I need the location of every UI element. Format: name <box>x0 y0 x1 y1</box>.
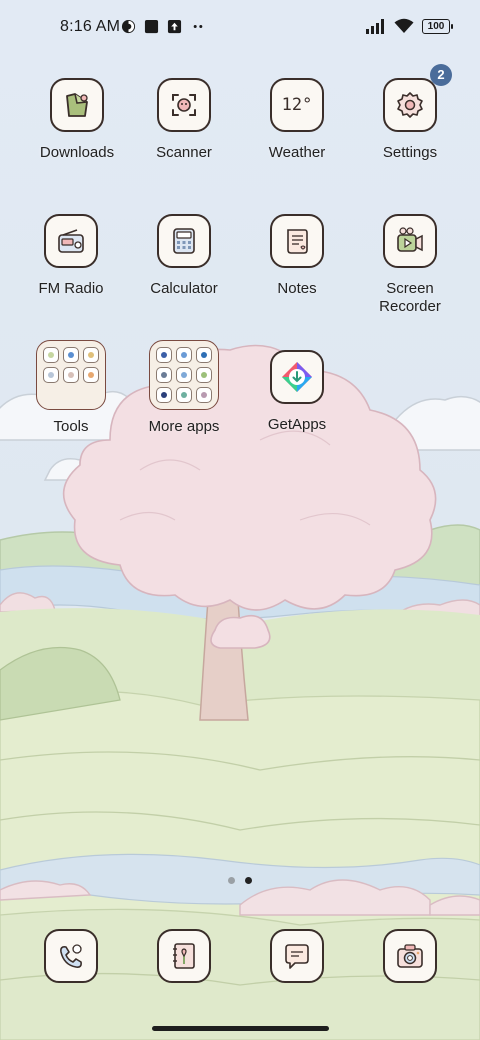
contacts-icon <box>173 943 195 969</box>
app-getapps[interactable]: GetApps <box>241 350 353 434</box>
weather-icon: 12° <box>281 95 313 115</box>
gesture-home-bar[interactable] <box>152 1026 329 1031</box>
page-dot-2[interactable] <box>245 877 252 884</box>
folder-icon <box>36 340 106 410</box>
page-dot-1[interactable] <box>228 877 235 884</box>
app-label: Screen Recorder <box>379 280 441 315</box>
app-label: Tools <box>53 418 89 435</box>
app-label: Notes <box>277 280 317 297</box>
app-weather[interactable]: 12° Weather <box>241 78 353 162</box>
message-icon <box>285 944 309 969</box>
app-label: FM Radio <box>38 280 104 297</box>
scanner-icon <box>172 94 196 116</box>
phone-icon <box>60 944 82 968</box>
app-label: Settings <box>382 144 438 161</box>
dock-phone[interactable] <box>15 929 127 983</box>
app-screen-recorder[interactable]: Screen Recorder <box>354 214 466 316</box>
folder-tools[interactable]: Tools <box>15 340 127 436</box>
download-folder-icon <box>66 93 88 117</box>
app-label: GetApps <box>267 416 327 433</box>
battery-icon: 100 <box>422 18 453 34</box>
app-fm-radio[interactable]: FM Radio <box>15 214 127 298</box>
video-recorder-icon <box>397 227 423 252</box>
notes-icon <box>287 229 308 254</box>
upload-icon <box>167 19 182 34</box>
radio-icon <box>58 229 84 253</box>
folder-icon <box>149 340 219 410</box>
clock: 8:16 AM <box>60 18 121 35</box>
app-label: Scanner <box>156 144 212 161</box>
more-dots-icon <box>193 25 203 28</box>
app-label: Downloads <box>39 144 115 161</box>
dock-camera[interactable] <box>354 929 466 983</box>
gear-icon <box>397 92 423 118</box>
folder-more-apps[interactable]: More apps <box>128 340 240 436</box>
system-icons: 100 <box>366 18 453 34</box>
app-downloads[interactable]: Downloads <box>21 78 133 162</box>
signal-icon <box>366 18 384 34</box>
calculator-icon <box>173 228 195 254</box>
app-notes[interactable]: Notes <box>241 214 353 298</box>
app-calculator[interactable]: Calculator <box>128 214 240 298</box>
wifi-icon <box>394 18 414 33</box>
dock-messages[interactable] <box>241 929 353 983</box>
app-label: Weather <box>268 144 326 161</box>
status-bar: 8:16 AM 100 <box>0 0 480 56</box>
app-settings[interactable]: 2 Settings <box>354 64 466 162</box>
getapps-icon <box>282 362 312 392</box>
camera-icon <box>397 944 423 968</box>
app-scanner[interactable]: Scanner <box>128 78 240 162</box>
app-label: More apps <box>148 418 220 435</box>
notification-icons <box>121 19 206 34</box>
app-label: Calculator <box>150 280 218 297</box>
data-saver-icon <box>121 19 136 34</box>
page-indicator <box>228 877 252 884</box>
dock-contacts[interactable] <box>128 929 240 983</box>
stop-icon <box>144 19 159 34</box>
notification-badge: 2 <box>430 64 452 86</box>
